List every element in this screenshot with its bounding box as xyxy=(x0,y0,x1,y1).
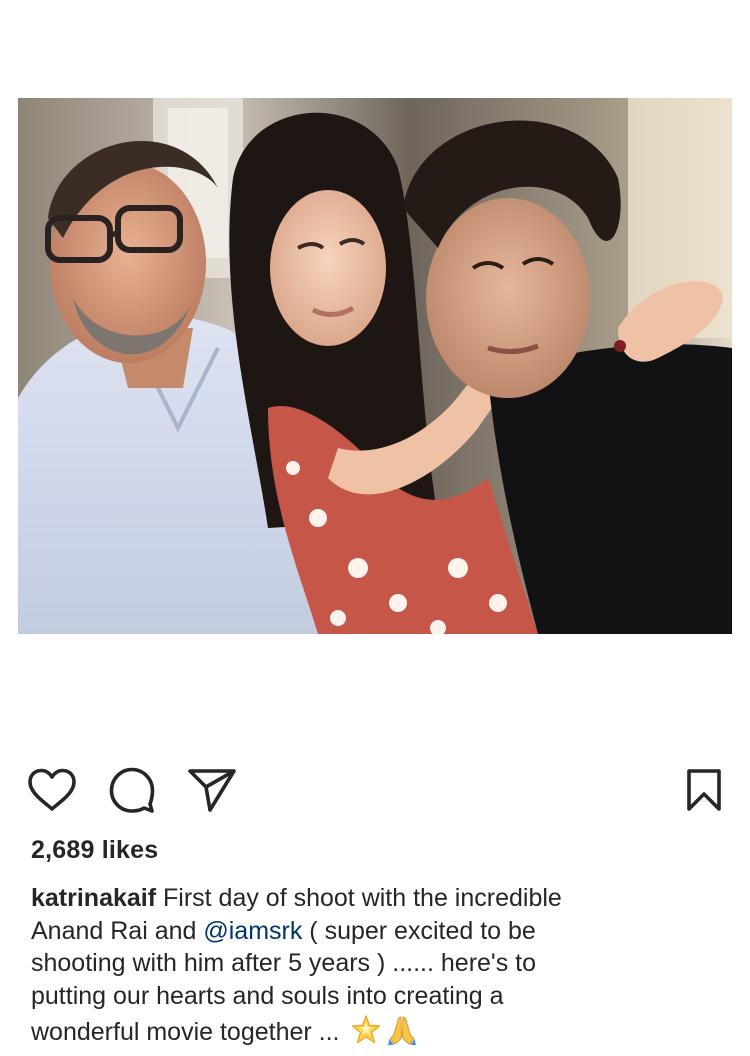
caption-mention[interactable]: @iamsrk xyxy=(203,917,302,945)
caption-line: wonderful movie together ... xyxy=(31,1012,711,1052)
caption-line: putting our hearts and souls into creati… xyxy=(31,981,504,1010)
share-button[interactable] xyxy=(186,764,238,816)
caption-line: shooting with him after 5 years ) ......… xyxy=(31,949,536,977)
caption-username[interactable]: katrinakaif xyxy=(31,884,156,912)
folded-hands-icon xyxy=(388,1016,417,1045)
post-caption: katrinakaif First day of shoot with the … xyxy=(31,882,711,1052)
caption-text: Anand Rai and xyxy=(31,916,204,945)
photo-image xyxy=(18,98,732,634)
comment-button[interactable] xyxy=(106,764,158,816)
post-action-bar xyxy=(0,764,750,816)
glowing-star-icon xyxy=(352,1015,381,1044)
caption-text: ( super excited to be xyxy=(302,916,536,945)
heart-icon xyxy=(28,768,76,811)
caption-text: wonderful movie together ... xyxy=(31,1018,347,1046)
post-photo[interactable] xyxy=(18,98,732,634)
caption-text: First day of shoot with the incredible xyxy=(156,884,562,912)
like-button[interactable] xyxy=(26,764,78,816)
comment-icon xyxy=(109,767,155,813)
save-button[interactable] xyxy=(678,764,730,816)
caption-line: Anand Rai and @iamsrk ( super excited to… xyxy=(31,915,711,948)
paper-plane-icon xyxy=(188,769,236,812)
bookmark-icon xyxy=(687,769,721,811)
caption-line: katrinakaif First day of shoot with the … xyxy=(31,882,711,915)
likes-count[interactable]: 2,689 likes xyxy=(31,836,158,865)
